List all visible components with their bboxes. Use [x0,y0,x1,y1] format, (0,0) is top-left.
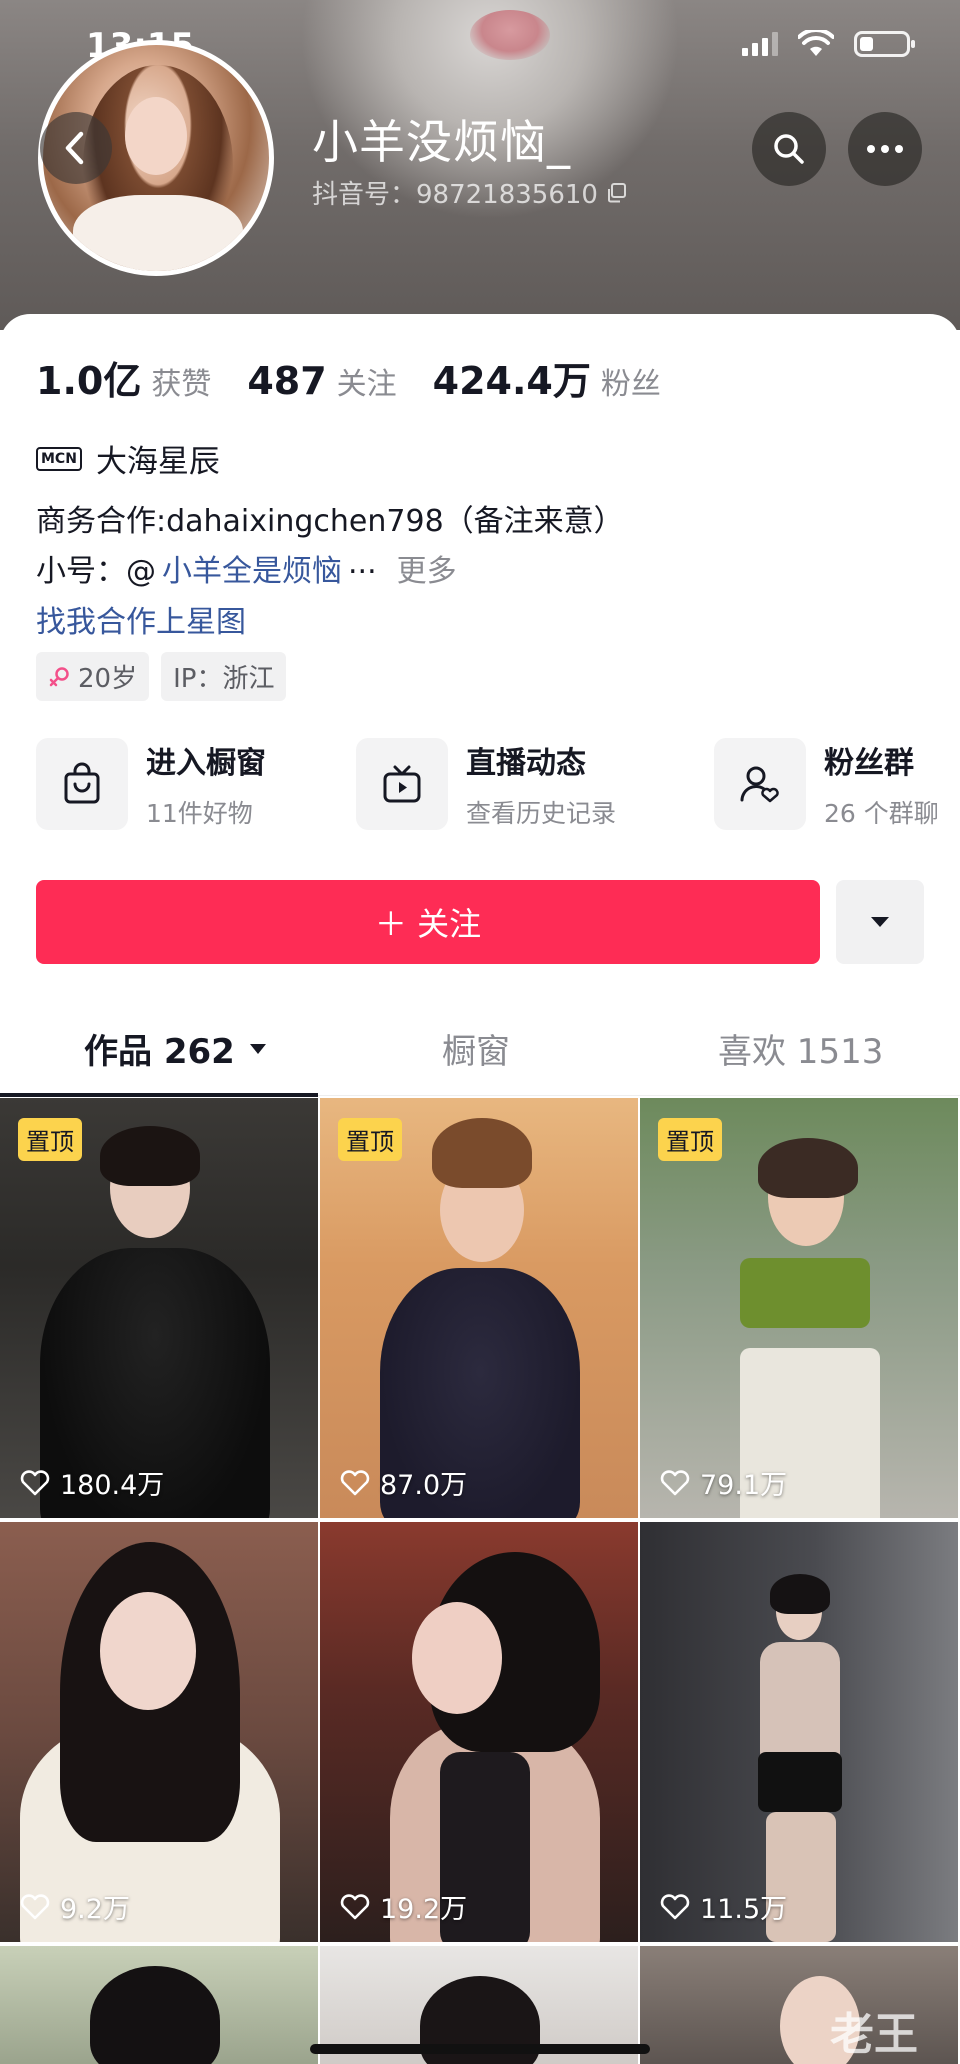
like-count: 19.2万 [380,1894,468,1925]
follow-button[interactable]: ＋ 关注 [36,880,820,964]
stat-followers[interactable]: 424.4万 粉丝 [433,350,661,405]
age-text: 20岁 [78,664,138,694]
home-indicator[interactable] [310,2044,650,2054]
video-likes: 180.4万 [20,1463,164,1502]
shopping-bag-icon [64,762,100,804]
bio-more-link[interactable]: 更多 [397,546,457,590]
video-tile[interactable] [0,1946,318,2064]
search-button[interactable] [752,112,826,186]
tv-icon [383,765,421,803]
stat-following[interactable]: 487 关注 [247,359,396,403]
video-tile[interactable]: 老王 [640,1946,958,2064]
pinned-badge: 置顶 [18,1118,82,1161]
age-tag: 20岁 [36,652,150,701]
copy-icon[interactable] [606,182,628,204]
like-count: 79.1万 [700,1470,788,1501]
shortcut-title: 进入橱窗 [146,746,266,781]
shortcut-title: 直播动态 [466,746,586,781]
video-likes: 19.2万 [340,1887,467,1926]
ip-text: IP：浙江 [173,664,275,694]
profile-card: 1.0亿 获赞 487 关注 424.4万 粉丝 MCN 大海星辰 商务合作:d… [0,314,960,1074]
shortcut-subtitle: 查看历史记录 [466,799,617,828]
more-dots-icon [867,145,903,153]
watermark-logo: 老王 [830,2009,918,2060]
shortcut-showcase[interactable]: 进入橱窗 11件好物 [36,738,266,830]
stat-value: 487 [247,359,327,403]
video-likes: 11.5万 [660,1887,787,1926]
like-count: 180.4万 [60,1470,165,1501]
signal-icon [742,32,778,56]
recommend-dropdown-button[interactable] [836,880,924,964]
pinned-badge: 置顶 [658,1118,722,1161]
shortcut-subtitle: 11件好物 [146,799,253,828]
stat-label: 粉丝 [600,367,661,402]
mcn-name: 大海星辰 [95,444,220,480]
video-likes: 9.2万 [20,1887,130,1926]
bio-line-business: 商务合作:dahaixingchen798（备注来意） [36,504,624,539]
stat-likes[interactable]: 1.0亿 获赞 [36,350,211,405]
like-count: 9.2万 [60,1894,130,1925]
status-icons [742,30,915,58]
shortcut-live-history[interactable]: 直播动态 查看历史记录 [356,738,616,830]
video-tile[interactable]: 19.2万 [320,1522,638,1942]
battery-icon [854,31,915,57]
bio-ellipsis: ... [348,546,377,581]
tab-works-label: 作品 262 [84,1032,235,1072]
like-count: 11.5万 [700,1894,788,1925]
mcn-row[interactable]: MCN 大海星辰 [36,436,220,481]
nickname: 小羊没烦恼_ [312,115,571,169]
chevron-left-icon [65,131,84,165]
bio-alt-prefix: 小号：@ [36,554,156,589]
tab-likes[interactable]: 喜欢 1513 [718,1024,883,1073]
heart-icon [340,1893,370,1919]
pinned-badge: 置顶 [338,1118,402,1161]
video-tile[interactable]: 11.5万 [640,1522,958,1942]
stats-row: 1.0亿 获赞 487 关注 424.4万 粉丝 [36,350,661,405]
battery-level [860,37,873,51]
video-tile[interactable]: 置顶 87.0万 [320,1098,638,1518]
douyin-id-text: 抖音号：98721835610 [312,180,598,210]
heart-icon [660,1893,690,1919]
more-options-button[interactable] [848,112,922,186]
stat-value: 424.4万 [432,359,591,403]
profile-header: 13:15 小羊没烦恼_ 抖音号：98721835610 [0,0,960,330]
wifi-icon [798,30,834,56]
shortcut-row: 进入橱窗 11件好物 直播动态 查看历史记录 粉丝群 26 个群聊 [36,738,960,834]
like-count: 87.0万 [380,1470,468,1501]
heart-icon [20,1893,50,1919]
stat-value: 1.0亿 [36,359,142,403]
female-icon [49,666,69,686]
video-tile[interactable]: 置顶 180.4万 [0,1098,318,1518]
video-tile[interactable]: 置顶 79.1万 [640,1098,958,1518]
stat-label: 关注 [336,367,397,402]
mcn-icon: MCN [36,446,82,471]
search-icon [774,134,804,164]
shortcut-fan-group[interactable]: 粉丝群 26 个群聊 [714,738,939,830]
caret-down-icon [871,917,889,927]
stat-label: 获赞 [151,367,212,402]
bio-line-alt-account: 小号：@ 小羊全是烦恼 ... 更多 [36,546,457,590]
xingtu-link[interactable]: 找我合作上星图 [36,597,246,641]
heart-icon [660,1469,690,1495]
group-icon [740,766,779,803]
video-likes: 79.1万 [660,1463,787,1502]
back-button[interactable] [40,112,112,184]
tab-works[interactable]: 作品 262 [84,1024,267,1073]
video-likes: 87.0万 [340,1463,467,1502]
shortcut-title: 粉丝群 [824,746,914,781]
active-tab-indicator [0,1093,318,1097]
douyin-id[interactable]: 抖音号：98721835610 [312,174,628,211]
alt-account-link[interactable]: 小羊全是烦恼 [162,546,342,590]
header-background-detail [470,10,550,60]
tab-showcase[interactable]: 橱窗 [442,1024,510,1073]
profile-tabs: 作品 262 橱窗 喜欢 1513 [0,1000,960,1097]
video-tile[interactable]: 9.2万 [0,1522,318,1942]
heart-icon [20,1469,50,1495]
profile-tags: 20岁 IP：浙江 [36,652,287,701]
shortcut-subtitle: 26 个群聊 [824,799,939,828]
heart-icon [340,1469,370,1495]
caret-down-icon [249,1043,266,1054]
ip-tag: IP：浙江 [161,652,287,701]
